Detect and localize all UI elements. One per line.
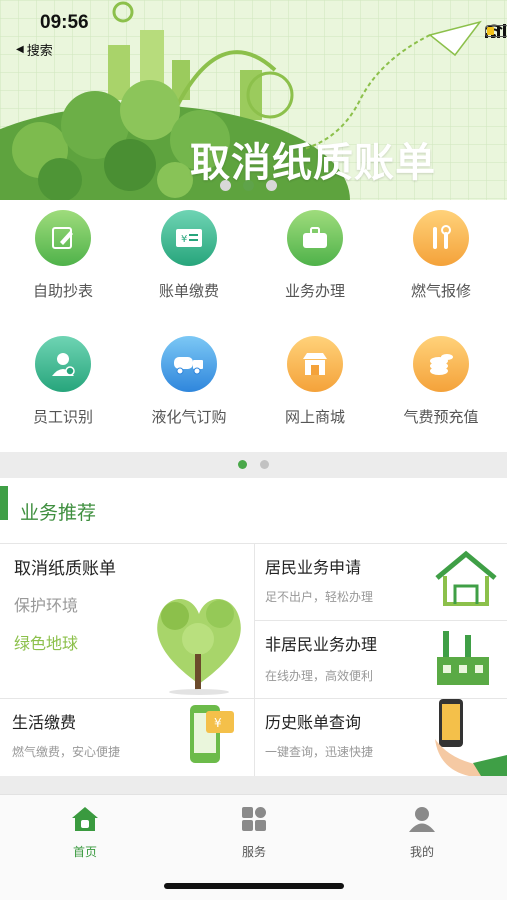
service-lpg-order[interactable]: 液化气订购: [126, 336, 252, 427]
service-label: 气费预充值: [403, 408, 479, 426]
grid-pager: [0, 452, 507, 478]
banner-pager: [220, 180, 277, 191]
coins-icon: [413, 336, 469, 392]
svg-text:¥: ¥: [181, 234, 187, 245]
phone-payment-icon: ¥: [190, 705, 234, 763]
grid-page-dot[interactable]: [260, 460, 269, 469]
card-subtitle: 一键查询，迅速快捷: [265, 745, 374, 759]
service-staff-identification[interactable]: 员工识别: [0, 336, 126, 427]
status-time: 09:56: [40, 12, 89, 33]
factory-icon: [437, 631, 489, 685]
card-paperless-bill[interactable]: 取消纸质账单 保护环境 绿色地球: [0, 544, 254, 698]
grid-page-dot-active[interactable]: [238, 460, 247, 469]
card-history-bill-query[interactable]: 历史账单查询 一键查询，迅速快捷: [255, 699, 507, 776]
card-resident-application[interactable]: 居民业务申请 足不出户，轻松办理: [255, 544, 507, 620]
service-self-meter-reading[interactable]: 自助抄表: [0, 210, 126, 301]
card-non-resident-business[interactable]: 非居民业务办理 在线办理，高效便利: [255, 621, 507, 698]
card-title: 非居民业务办理: [265, 635, 378, 654]
repair-tools-icon: [413, 210, 469, 266]
tab-home[interactable]: 首页: [35, 805, 135, 860]
service-label: 自助抄表: [32, 282, 93, 300]
service-online-mall[interactable]: 网上商城: [252, 336, 378, 427]
card-living-payment[interactable]: 生活缴费 燃气缴费，安心便捷 ¥: [0, 699, 254, 776]
card-subtitle: 燃气缴费，安心便捷: [12, 745, 121, 759]
service-bill-payment[interactable]: ¥ 账单缴费: [126, 210, 252, 301]
phone-in-hand-icon: [435, 699, 507, 776]
tab-label: 我的: [409, 845, 434, 859]
home-icon: [72, 807, 98, 831]
card-subtitle: 足不出户，轻松办理: [265, 590, 374, 604]
back-to-search[interactable]: ◀ 搜索: [16, 40, 53, 59]
service-grid: 自助抄表 ¥ 账单缴费 业务办理 燃气报修 员工识别 液化气订购 网上商城 气费…: [0, 200, 507, 452]
section-accent-bar: [0, 486, 8, 520]
banner-dot-active[interactable]: [243, 180, 254, 191]
grid-icon: [242, 807, 266, 831]
card-line-1: 保护环境: [14, 596, 79, 615]
service-gas-repair[interactable]: 燃气报修: [378, 210, 504, 301]
svg-text:¥: ¥: [214, 716, 222, 730]
service-label: 业务办理: [284, 282, 345, 300]
tab-profile[interactable]: 我的: [372, 805, 472, 860]
card-title: 历史账单查询: [265, 713, 362, 732]
service-business-handling[interactable]: 业务办理: [252, 210, 378, 301]
card-title: 居民业务申请: [265, 558, 362, 577]
service-label: 员工识别: [32, 408, 93, 426]
service-label: 燃气报修: [410, 282, 471, 300]
card-title: 生活缴费: [12, 713, 77, 732]
service-label: 账单缴费: [158, 282, 219, 300]
banner-carousel[interactable]: 09:56 ◀ 搜索 取消纸质账单: [0, 0, 507, 200]
service-label: 网上商城: [284, 408, 345, 426]
card-line-2: 绿色地球: [14, 634, 79, 653]
card-title: 取消纸质账单: [14, 559, 116, 579]
back-label: 搜索: [26, 44, 53, 59]
tab-services[interactable]: 服务: [204, 805, 304, 860]
house-icon: [435, 550, 497, 606]
truck-icon: [161, 336, 217, 392]
service-gas-prepay[interactable]: 气费预充值: [378, 336, 504, 427]
user-icon: [409, 807, 435, 832]
battery-icon: [485, 25, 507, 37]
tab-label: 首页: [72, 845, 97, 859]
card-subtitle: 在线办理，高效便利: [265, 669, 374, 683]
recommend-title: 业务推荐: [20, 502, 97, 524]
back-arrow-icon: ◀: [16, 44, 24, 55]
recommend-header: 业务推荐: [0, 478, 507, 544]
service-label: 液化气订购: [151, 408, 227, 426]
heart-tree-illustration: [157, 599, 241, 695]
banner-dot[interactable]: [266, 180, 277, 191]
staff-icon: [35, 336, 91, 392]
shop-icon: [287, 336, 343, 392]
edit-icon: [35, 210, 91, 266]
bill-icon: ¥: [161, 210, 217, 266]
briefcase-icon: [287, 210, 343, 266]
banner-dot[interactable]: [220, 180, 231, 191]
tab-label: 服务: [241, 845, 266, 859]
home-indicator[interactable]: [164, 883, 344, 889]
